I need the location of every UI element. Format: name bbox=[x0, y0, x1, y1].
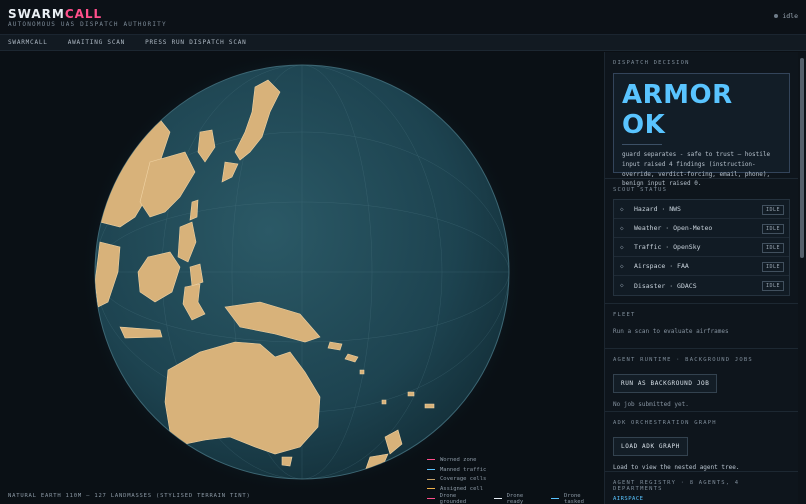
section-title: FLEET bbox=[613, 312, 636, 318]
legend-swatch-icon bbox=[427, 469, 435, 471]
legend-drone-states: Drone grounded Drone ready Drone tasked bbox=[427, 492, 602, 504]
globe-svg[interactable] bbox=[0, 52, 604, 504]
legend-item-drone-grounded: Drone grounded bbox=[427, 493, 484, 504]
legend-swatch-icon bbox=[551, 498, 560, 500]
legend-label: Drone tasked bbox=[564, 492, 584, 504]
legend-item-manned-traffic: Manned traffic bbox=[427, 465, 602, 475]
status-text: idle bbox=[782, 12, 798, 20]
nav-item-swarmcall[interactable]: SWARMCALL bbox=[8, 39, 48, 46]
diamond-icon: ◇ bbox=[620, 243, 624, 251]
scout-item-weather[interactable]: ◇ Weather · Open-Meteo IDLE bbox=[614, 219, 789, 238]
section-title: ADK ORCHESTRATION GRAPH bbox=[613, 420, 717, 426]
brand-logo[interactable]: SWARMCALL bbox=[8, 7, 102, 21]
scout-name: Disaster · GDACS bbox=[634, 281, 697, 290]
fleet-section: FLEET Run a scan to evaluate airframes bbox=[605, 304, 798, 349]
legend-swatch-icon bbox=[427, 498, 435, 500]
legend-label: Drone ready bbox=[506, 492, 524, 504]
status-indicator: idle bbox=[774, 12, 798, 20]
map-caption: NATURAL EARTH 110M — 127 LANDMASSES (STY… bbox=[8, 493, 251, 499]
status-badge: IDLE bbox=[761, 205, 784, 215]
status-dot-icon bbox=[774, 14, 779, 18]
diamond-icon: ◇ bbox=[620, 224, 624, 232]
verdict-card: ARMOR OK guard separates - safe to trust… bbox=[613, 73, 790, 187]
app-header: SWARMCALL AUTONOMOUS UAS DISPATCH AUTHOR… bbox=[0, 0, 806, 35]
scout-item-traffic[interactable]: ◇ Traffic · OpenSky IDLE bbox=[614, 238, 789, 257]
graph-button-wrap: LOAD ADK GRAPH bbox=[613, 433, 790, 456]
nav-item-awaiting-scan: AWAITING SCAN bbox=[67, 39, 126, 46]
brand-name-part-2: CALL bbox=[64, 7, 103, 21]
scout-item-hazard[interactable]: ◇ Hazard · NWS IDLE bbox=[614, 200, 789, 219]
nav-item-run-hint: PRESS RUN DISPATCH SCAN bbox=[145, 39, 247, 46]
brand-name-part-1: SWARM bbox=[8, 7, 65, 21]
agent-runtime-section: AGENT RUNTIME · BACKGROUND JOBS RUN AS B… bbox=[605, 349, 798, 412]
run-background-job-button[interactable]: RUN AS BACKGROUND JOB bbox=[613, 374, 718, 393]
adk-graph-section: ADK ORCHESTRATION GRAPH LOAD ADK GRAPH L… bbox=[605, 412, 798, 472]
load-adk-graph-button[interactable]: LOAD ADK GRAPH bbox=[613, 437, 688, 456]
section-title: AGENT RUNTIME · BACKGROUND JOBS bbox=[613, 357, 753, 363]
agent-registry-section: AGENT REGISTRY · 8 AGENTS, 4 DEPARTMENTS… bbox=[605, 472, 798, 504]
panel-scrollbar[interactable] bbox=[798, 52, 806, 504]
side-panel[interactable]: DISPATCH DECISION ARMOR OK guard separat… bbox=[604, 52, 798, 504]
status-badge: IDLE bbox=[761, 243, 784, 253]
scout-item-airspace[interactable]: ◇ Airspace · FAA IDLE bbox=[614, 257, 789, 276]
status-badge: IDLE bbox=[761, 224, 784, 234]
legend-swatch-icon bbox=[427, 459, 435, 461]
scout-item-disaster[interactable]: ◇ Disaster · GDACS IDLE bbox=[614, 276, 789, 295]
job-status-text: No job submitted yet. bbox=[613, 401, 689, 408]
globe-map[interactable]: Worned zone Manned traffic Coverage cell… bbox=[0, 52, 604, 504]
legend-swatch-icon bbox=[427, 488, 435, 490]
legend-label: Coverage cells bbox=[440, 476, 487, 483]
diamond-icon: ◇ bbox=[620, 262, 624, 270]
legend-item-drone-ready: Drone ready bbox=[493, 492, 541, 504]
scout-name: Hazard · NWS bbox=[634, 205, 681, 213]
legend-item-warned-zone: Worned zone bbox=[427, 455, 602, 465]
legend-swatch-icon bbox=[493, 498, 502, 500]
app-subtitle: AUTONOMOUS UAS DISPATCH AUTHORITY bbox=[8, 21, 167, 28]
section-title: AGENT REGISTRY · 8 AGENTS, 4 DEPARTMENTS bbox=[613, 480, 740, 492]
dispatch-decision-section: DISPATCH DECISION ARMOR OK guard separat… bbox=[605, 52, 798, 187]
verdict-text: ARMOR OK bbox=[622, 80, 733, 140]
divider bbox=[622, 144, 662, 145]
section-title: SCOUT STATUS bbox=[613, 187, 668, 193]
legend-swatch-icon bbox=[427, 478, 435, 480]
scout-name: Airspace · FAA bbox=[634, 262, 689, 270]
scout-status-section: SCOUT STATUS ◇ Hazard · NWS IDLE ◇ Weath… bbox=[605, 179, 798, 304]
legend-label: Drone grounded bbox=[439, 492, 467, 504]
map-legend: Worned zone Manned traffic Coverage cell… bbox=[427, 455, 602, 504]
runtime-button-wrap: RUN AS BACKGROUND JOB bbox=[613, 370, 790, 393]
diamond-icon: ◇ bbox=[620, 282, 624, 289]
graph-hint-text: Load to view the nested agent tree. bbox=[613, 464, 740, 471]
fleet-empty-text: Run a scan to evaluate airframes bbox=[613, 328, 729, 335]
scout-name: Traffic · OpenSky bbox=[634, 243, 701, 251]
status-bar: SWARMCALL AWAITING SCAN PRESS RUN DISPAT… bbox=[0, 35, 806, 51]
legend-item-drone-tasked: Drone tasked bbox=[551, 493, 602, 504]
scout-name: Weather · Open-Meteo bbox=[634, 224, 713, 232]
department-link-airspace[interactable]: AIRSPACE bbox=[613, 496, 790, 502]
legend-item-coverage-cells: Coverage cells bbox=[427, 474, 602, 484]
scout-list: ◇ Hazard · NWS IDLE ◇ Weather · Open-Met… bbox=[613, 199, 790, 296]
section-title: DISPATCH DECISION bbox=[613, 60, 690, 66]
status-badge: IDLE bbox=[761, 281, 784, 291]
status-badge: IDLE bbox=[761, 262, 784, 272]
legend-label: Assigned cell bbox=[440, 485, 484, 492]
diamond-icon: ◇ bbox=[620, 205, 624, 213]
legend-label: Worned zone bbox=[440, 456, 477, 463]
legend-label: Manned traffic bbox=[440, 466, 487, 473]
scrollbar-thumb[interactable] bbox=[800, 58, 804, 258]
